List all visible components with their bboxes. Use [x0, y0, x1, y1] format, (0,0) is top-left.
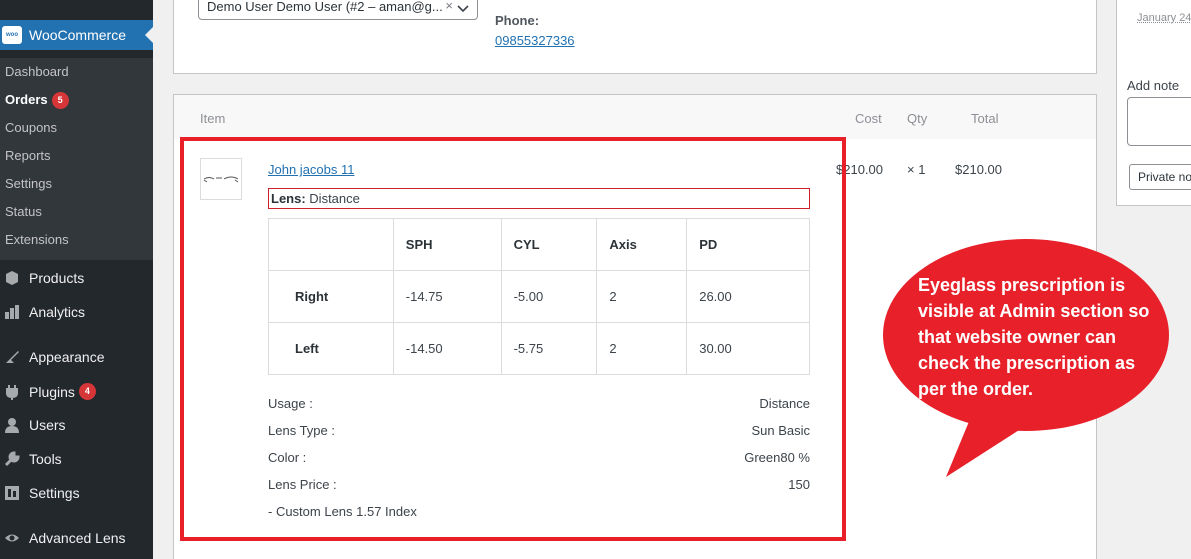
woocommerce-menu-label: WooCommerce: [29, 27, 126, 43]
customer-details-panel: Demo User Demo User (#2 – aman@g... × Ph…: [173, 0, 1097, 74]
header-item: Item: [200, 111, 226, 126]
menu-analytics[interactable]: Analytics: [3, 304, 85, 320]
menu-settings[interactable]: Settings: [3, 485, 80, 501]
users-icon: [3, 417, 21, 433]
plugins-icon: [3, 384, 21, 400]
note-textarea[interactable]: [1127, 97, 1191, 146]
eye-icon: [3, 530, 21, 546]
header-cost: Cost: [855, 111, 882, 126]
admin-sidebar: woo WooCommerce Dashboard Orders 5 Coupon…: [0, 0, 153, 559]
menu-appearance-label: Appearance: [29, 349, 105, 365]
orders-count-badge: 5: [51, 92, 69, 109]
phone-link[interactable]: 09855327336: [495, 33, 575, 48]
menu-users[interactable]: Users: [3, 417, 66, 433]
customer-select[interactable]: Demo User Demo User (#2 – aman@g... ×: [198, 0, 478, 20]
add-note-label: Add note: [1127, 78, 1180, 93]
menu-advanced-lens-label: Advanced Lens: [29, 530, 126, 546]
header-total: Total: [971, 111, 999, 126]
submenu-dashboard[interactable]: Dashboard: [5, 64, 69, 79]
woo-logo-icon: woo: [2, 26, 22, 44]
menu-products[interactable]: Products: [3, 270, 84, 286]
item-qty: × 1: [907, 162, 926, 177]
submenu-reports[interactable]: Reports: [5, 148, 51, 163]
callout-text: Eyeglass prescription is visible at Admi…: [918, 275, 1150, 399]
settings-icon: [3, 485, 21, 501]
tools-icon: [3, 451, 21, 467]
items-table-header: Item Cost Qty Total: [174, 95, 1096, 139]
submenu-orders[interactable]: Orders 5: [5, 92, 69, 109]
phone-label: Phone:: [495, 13, 540, 28]
note-type-select[interactable]: Private note: [1129, 164, 1191, 190]
menu-tools[interactable]: Tools: [3, 451, 62, 467]
menu-analytics-label: Analytics: [29, 304, 86, 320]
woocommerce-menu-header[interactable]: woo WooCommerce: [0, 20, 153, 50]
chevron-down-icon[interactable]: [457, 1, 469, 16]
menu-plugins[interactable]: Plugins 4: [3, 383, 96, 400]
submenu-extensions[interactable]: Extensions: [5, 232, 69, 247]
item-total: $210.00: [955, 162, 1002, 177]
highlight-frame: [180, 137, 846, 541]
note-date: January 24,: [1137, 12, 1191, 24]
analytics-icon: [3, 304, 21, 320]
submenu-coupons[interactable]: Coupons: [5, 120, 57, 135]
plugins-count-badge: 4: [78, 383, 96, 400]
menu-tools-label: Tools: [29, 451, 62, 467]
customer-select-value: Demo User Demo User (#2 – aman@g...: [207, 0, 443, 14]
products-icon: [3, 270, 21, 286]
menu-settings-label: Settings: [29, 485, 80, 501]
menu-advanced-lens[interactable]: Advanced Lens: [3, 530, 126, 546]
clear-icon[interactable]: ×: [445, 0, 453, 13]
woocommerce-submenu: Dashboard Orders 5 Coupons Reports Settin…: [0, 58, 153, 260]
submenu-orders-label: Orders: [5, 92, 48, 107]
appearance-icon: [3, 349, 21, 365]
order-notes-panel: January 24, Add note Private note: [1116, 0, 1191, 206]
submenu-status[interactable]: Status: [5, 204, 42, 219]
menu-plugins-label: Plugins: [29, 383, 75, 400]
menu-appearance[interactable]: Appearance: [3, 349, 105, 365]
menu-users-label: Users: [29, 417, 66, 433]
submenu-settings[interactable]: Settings: [5, 176, 52, 191]
header-qty: Qty: [907, 111, 928, 126]
menu-products-label: Products: [29, 270, 85, 286]
